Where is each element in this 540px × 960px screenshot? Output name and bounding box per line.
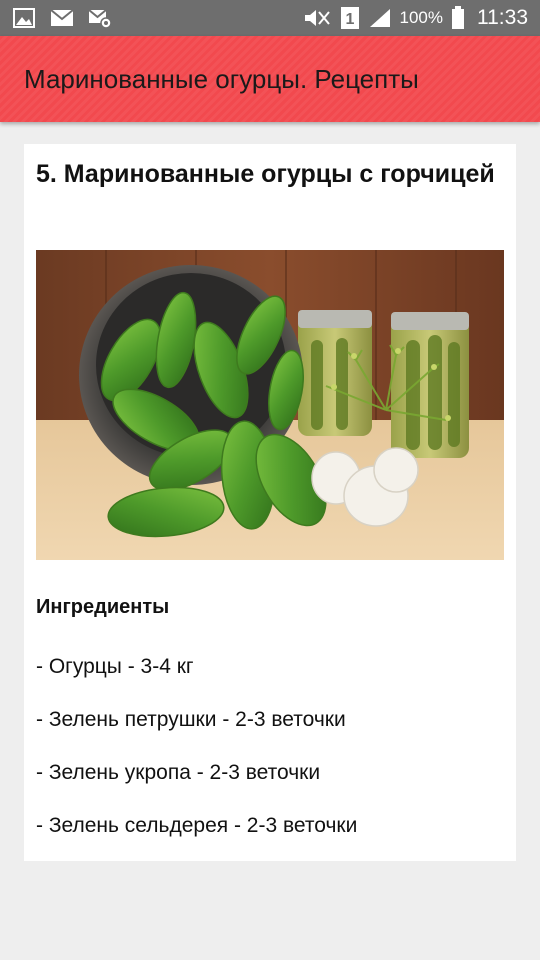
app-bar: Маринованные огурцы. Рецепты bbox=[0, 36, 540, 122]
gallery-icon bbox=[13, 8, 35, 28]
status-bar: 1 100% 11:33 bbox=[0, 0, 540, 36]
ingredient-item: - Зелень петрушки - 2-3 веточки bbox=[36, 708, 346, 731]
ingredient-item: - Зелень укропа - 2-3 веточки bbox=[36, 761, 321, 784]
recipe-photo bbox=[36, 250, 504, 560]
sim-card-icon: 1 bbox=[340, 7, 359, 29]
ingredients-heading: Ингредиенты bbox=[36, 596, 170, 618]
article-title: 5. Маринованные огурцы с горчицей bbox=[36, 160, 495, 188]
email-icon bbox=[50, 9, 74, 26]
ingredient-item: - Огурцы - 3-4 кг bbox=[36, 655, 194, 678]
article-card: 5. Маринованные огурцы с горчицей Ингред… bbox=[24, 144, 516, 861]
app-title: Маринованные огурцы. Рецепты bbox=[24, 63, 419, 94]
signal-icon bbox=[369, 9, 390, 27]
email-settings-icon bbox=[88, 9, 112, 29]
cucumbers-illustration bbox=[36, 250, 504, 560]
sim-slot-number: 1 bbox=[345, 11, 354, 28]
ingredient-item: - Зелень сельдерея - 2-3 веточки bbox=[36, 814, 358, 837]
clock: 11:33 bbox=[477, 6, 528, 29]
battery-percent: 100% bbox=[399, 8, 443, 27]
battery-icon bbox=[452, 6, 464, 29]
mute-icon bbox=[304, 10, 330, 26]
